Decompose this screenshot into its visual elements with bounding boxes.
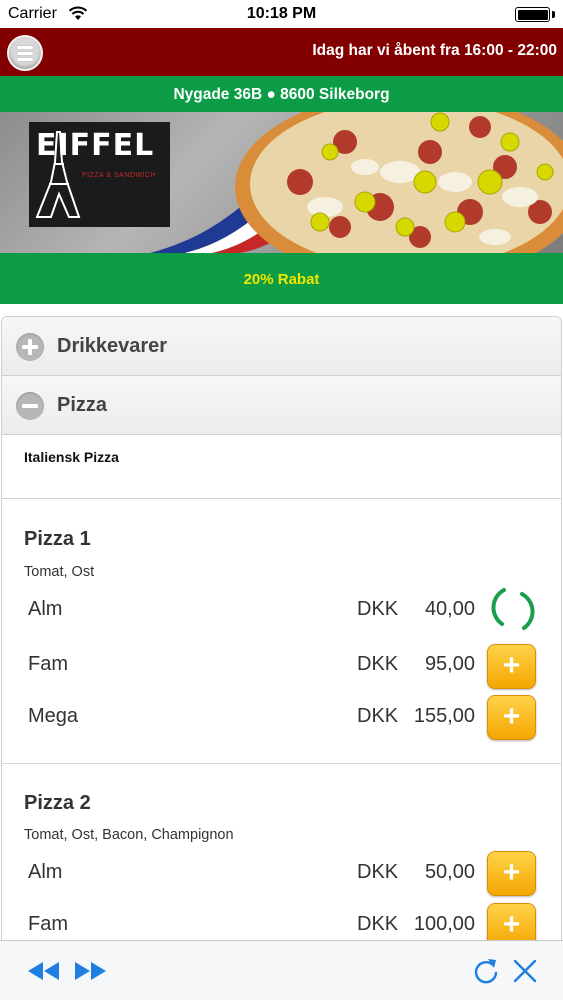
size-row: Alm DKK 50,00 + (2, 849, 561, 899)
loading-spinner-icon (491, 588, 535, 630)
section-drikkevarer[interactable]: Drikkevarer (2, 317, 561, 376)
size-row: Fam DKK 95,00 + (2, 641, 561, 691)
section-pizza[interactable]: Pizza (2, 376, 561, 435)
product-description: Tomat, Ost, Bacon, Champignon (24, 827, 234, 843)
rewind-icon[interactable] (26, 960, 62, 982)
clock: 10:18 PM (246, 5, 317, 22)
minus-circle-icon (16, 392, 44, 420)
address-bar: Nygade 36B ● 8600 Silkeborg (0, 76, 563, 112)
category-title: Italiensk Pizza (2, 435, 561, 499)
menu-line (17, 57, 33, 61)
logo-text: EIFFEL (36, 128, 155, 163)
price-label: 100,00 (413, 913, 475, 935)
currency-label: DKK (357, 598, 399, 620)
size-label: Fam (28, 913, 68, 935)
price-label: 40,00 (424, 598, 475, 620)
menu-accordion: Drikkevarer Pizza Italiensk Pizza Pizza … (1, 316, 562, 1000)
menu-line (17, 51, 33, 55)
product-pizza-1: Pizza 1 Tomat, Ost Alm DKK 40,00 Fam DKK… (2, 499, 561, 764)
menu-line (17, 45, 33, 49)
status-bar: Carrier 10:18 PM (0, 0, 563, 28)
fast-forward-icon[interactable] (72, 960, 108, 982)
logo-subtitle: PIZZA & SANDWICH (82, 172, 157, 179)
battery-icon (515, 7, 555, 22)
refresh-icon[interactable] (471, 956, 501, 986)
opening-hours: Idag har vi åbent fra 16:00 - 22:00 (312, 42, 557, 59)
size-label: Fam (28, 653, 68, 675)
price-label: 155,00 (413, 705, 475, 727)
currency-label: DKK (357, 705, 399, 727)
price-label: 95,00 (424, 653, 475, 675)
size-label: Alm (28, 861, 63, 883)
bottom-toolbar (0, 940, 563, 1000)
size-row: Alm DKK 40,00 (2, 586, 561, 636)
banner-image: EIFFEL PIZZA & SANDWICH (0, 112, 563, 253)
currency-label: DKK (357, 913, 399, 935)
discount-banner: 20% Rabat (0, 253, 563, 304)
plus-circle-icon (16, 333, 44, 361)
product-name: Pizza 1 (24, 528, 91, 550)
size-label: Alm (28, 598, 63, 620)
add-to-cart-button[interactable]: + (487, 851, 536, 896)
product-name: Pizza 2 (24, 792, 91, 814)
currency-label: DKK (357, 653, 399, 675)
product-description: Tomat, Ost (24, 564, 95, 580)
price-label: 50,00 (424, 861, 475, 883)
section-label: Drikkevarer (57, 335, 168, 357)
size-label: Mega (28, 705, 79, 727)
close-icon[interactable] (512, 958, 538, 984)
add-to-cart-button[interactable]: + (487, 695, 536, 740)
hamburger-menu-button[interactable] (7, 35, 43, 71)
size-row: Mega DKK 155,00 + (2, 693, 561, 743)
section-label: Pizza (57, 394, 108, 416)
top-bar: Idag har vi åbent fra 16:00 - 22:00 (0, 28, 563, 76)
add-to-cart-button[interactable]: + (487, 644, 536, 689)
currency-label: DKK (357, 861, 399, 883)
